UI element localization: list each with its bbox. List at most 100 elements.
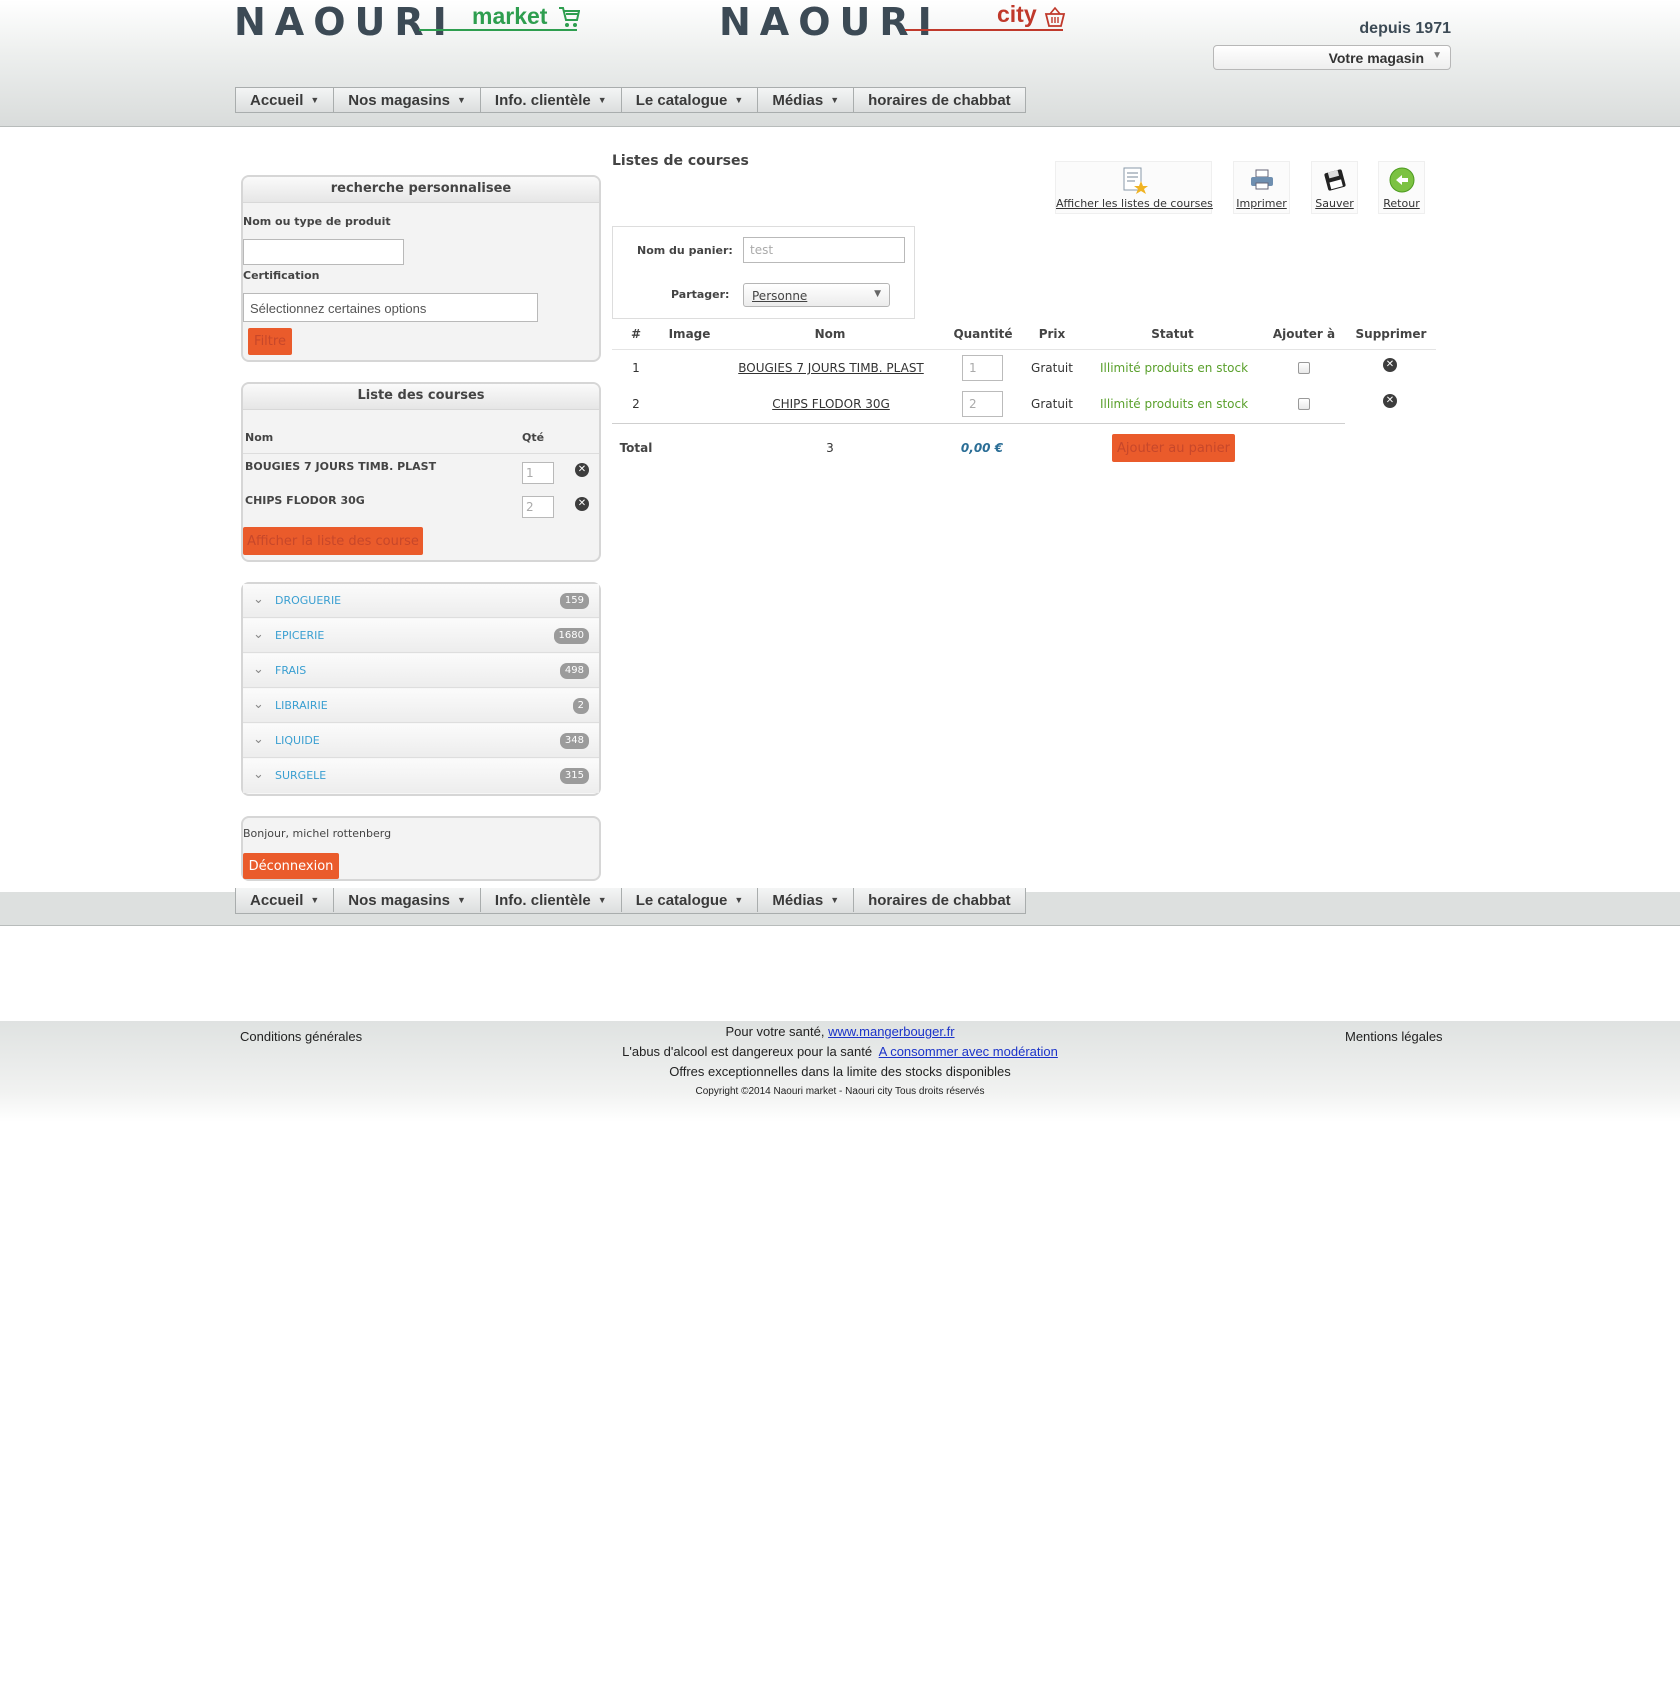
list-item-name: BOUGIES 7 JOURS TIMB. PLAST: [245, 460, 437, 473]
back-arrow-icon: [1388, 166, 1416, 194]
print-button[interactable]: Imprimer: [1233, 161, 1290, 214]
category-count-badge: 2: [572, 698, 589, 714]
category-name: SURGELE: [275, 769, 327, 782]
category-count-badge: 159: [559, 593, 589, 609]
nav-item-nos-magasins[interactable]: Nos magasins ▼: [334, 888, 481, 912]
category-name: EPICERIE: [275, 629, 325, 642]
col-header-image: Image: [668, 327, 711, 341]
category-surgele[interactable]: ⌄ SURGELE 315: [243, 759, 599, 793]
product-input[interactable]: [243, 239, 404, 265]
nav-item-accueil[interactable]: Accueil ▼: [236, 888, 335, 912]
quantity-input[interactable]: 2: [962, 391, 1003, 417]
remove-icon[interactable]: ✕: [575, 497, 589, 511]
total-label: Total: [619, 441, 653, 455]
product-link[interactable]: BOUGIES 7 JOURS TIMB. PLAST: [710, 361, 952, 375]
certification-select[interactable]: Sélectionnez certaines options: [243, 293, 538, 322]
divider: [243, 453, 599, 454]
basket-name-label: Nom du panier:: [637, 244, 733, 257]
category-count-badge: 498: [559, 663, 589, 679]
chevron-down-icon: ⌄: [253, 767, 264, 782]
moderation-link[interactable]: A consommer avec modération: [879, 1044, 1058, 1059]
add-to-cart-button[interactable]: Ajouter au panier: [1112, 434, 1235, 462]
market-logo-text[interactable]: market: [472, 3, 547, 30]
filter-button[interactable]: Filtre: [248, 328, 292, 355]
category-frais[interactable]: ⌄ FRAIS 498: [243, 654, 599, 688]
quantity-input[interactable]: 1: [962, 355, 1003, 381]
product-label: Nom ou type de produit: [243, 215, 391, 228]
legal-link[interactable]: Mentions légales: [1345, 1029, 1443, 1044]
nav-item-info-clientele[interactable]: Info. clientèle ▼: [481, 88, 622, 112]
back-button[interactable]: Retour: [1378, 161, 1425, 214]
caret-down-icon: ▼: [310, 95, 320, 105]
nav-item-medias[interactable]: Médias ▼: [758, 88, 855, 112]
category-name: FRAIS: [275, 664, 307, 677]
col-header-delete: Supprimer: [1355, 327, 1427, 341]
store-select[interactable]: Votre magasin ▼: [1213, 45, 1451, 70]
product-link[interactable]: CHIPS FLODOR 30G: [710, 397, 952, 411]
list-col-qty: Qté: [522, 431, 545, 444]
shopping-list-panel: Liste des courses Nom Qté BOUGIES 7 JOUR…: [241, 382, 601, 562]
main-nav: Accueil ▼ Nos magasins ▼ Info. clientèle ▼ …: [235, 87, 1026, 113]
greeting-text: Bonjour, michel rottenberg: [243, 827, 392, 840]
nav-item-accueil[interactable]: Accueil ▼: [236, 88, 335, 112]
logout-button[interactable]: Déconnexion: [243, 853, 339, 879]
bottom-nav: Accueil ▼ Nos magasins ▼ Info. clientèle ▼ …: [235, 888, 1026, 914]
remove-icon[interactable]: ✕: [1383, 358, 1397, 372]
naouri-city-logo-word[interactable]: NAOURI: [719, 0, 941, 44]
category-count-badge: 348: [559, 733, 589, 749]
nav-label: Nos magasins: [348, 891, 450, 909]
since-1971-label: depuis 1971: [1359, 20, 1451, 37]
nav-label: Info. clientèle: [494, 891, 591, 909]
city-logo-text[interactable]: city: [997, 1, 1037, 28]
category-droguerie[interactable]: ⌄ DROGUERIE 159: [243, 584, 599, 618]
nav-item-medias[interactable]: Médias ▼: [758, 888, 855, 912]
category-librairie[interactable]: ⌄ LIBRAIRIE 2: [243, 689, 599, 723]
list-item-qty[interactable]: 1: [522, 462, 554, 484]
total-price: 0,00 €: [960, 441, 1004, 455]
total-quantity: 3: [826, 441, 834, 455]
remove-icon[interactable]: ✕: [1383, 394, 1397, 408]
remove-icon[interactable]: ✕: [575, 463, 589, 477]
add-to-checkbox[interactable]: [1298, 362, 1310, 374]
add-to-checkbox[interactable]: [1298, 398, 1310, 410]
nav-label: horaires de chabbat: [868, 891, 1011, 909]
nav-label: Le catalogue: [635, 891, 728, 909]
alcohol-text: L'abus d'alcool est dangereux pour la sa…: [622, 1044, 873, 1059]
col-header-num: #: [630, 327, 642, 341]
chevron-down-icon: ⌄: [253, 662, 264, 677]
nav-item-horaires-chabbat[interactable]: horaires de chabbat: [854, 88, 1025, 112]
print-label: Imprimer: [1236, 197, 1287, 210]
save-label: Sauver: [1315, 197, 1354, 210]
category-liquide[interactable]: ⌄ LIQUIDE 348: [243, 724, 599, 758]
share-select-value: Personne: [752, 289, 808, 303]
category-epicerie[interactable]: ⌄ EPICERIE 1680: [243, 619, 599, 653]
price-cell: Gratuit: [1031, 397, 1073, 411]
stock-status: Illimité produits en stock: [1100, 397, 1249, 411]
list-item-qty[interactable]: 2: [522, 496, 554, 518]
nav-item-nos-magasins[interactable]: Nos magasins ▼: [334, 88, 481, 112]
naouri-market-logo-word[interactable]: NAOURI: [234, 0, 456, 44]
nav-item-le-catalogue[interactable]: Le catalogue ▼: [622, 888, 759, 912]
mangerbouger-link[interactable]: www.mangerbouger.fr: [828, 1024, 954, 1039]
price-cell: Gratuit: [1031, 361, 1073, 375]
site-footer: Conditions générales Pour votre santé, w…: [0, 1021, 1680, 1122]
nav-item-horaires-chabbat[interactable]: horaires de chabbat: [854, 888, 1025, 912]
share-select[interactable]: Personne ▼: [743, 283, 890, 307]
cart-icon: [558, 5, 581, 33]
caret-down-icon: ▼: [597, 895, 607, 905]
certification-label: Certification: [243, 269, 320, 282]
basket-name-input[interactable]: test: [743, 237, 905, 263]
caret-down-icon: ▼: [734, 95, 744, 105]
chevron-down-icon: ▼: [1432, 50, 1442, 61]
nav-label: Nos magasins: [348, 91, 450, 109]
floppy-disk-icon: [1321, 166, 1349, 194]
save-button[interactable]: Sauver: [1311, 161, 1358, 214]
show-lists-button[interactable]: Afficher les listes de courses: [1055, 161, 1213, 214]
nav-item-info-clientele[interactable]: Info. clientèle ▼: [481, 888, 622, 912]
nav-item-le-catalogue[interactable]: Le catalogue ▼: [622, 88, 759, 112]
table-total-divider: [612, 423, 1345, 424]
list-col-name: Nom: [245, 431, 274, 444]
categories-panel: ⌄ DROGUERIE 159 ⌄ EPICERIE 1680 ⌄ FRAIS …: [241, 582, 601, 796]
show-list-button[interactable]: Afficher la liste des course: [243, 527, 423, 555]
caret-down-icon: ▼: [310, 895, 320, 905]
